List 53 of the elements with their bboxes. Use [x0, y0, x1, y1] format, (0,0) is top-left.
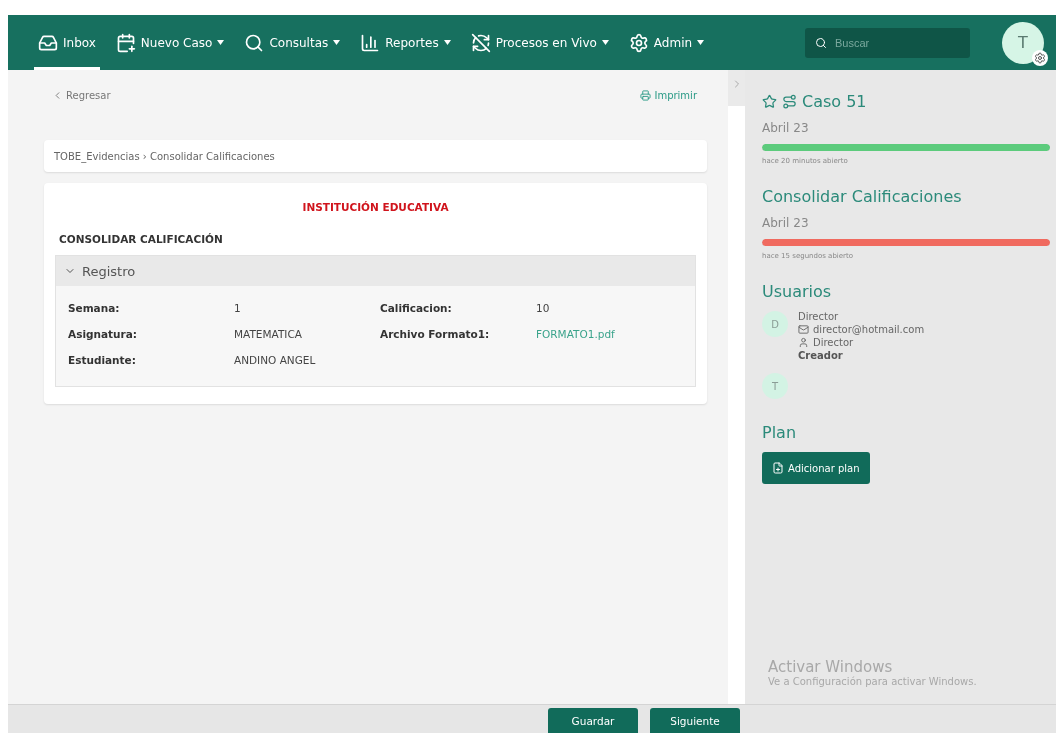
field-label: Estudiante: — [68, 354, 137, 366]
circular-arrow-icon — [470, 32, 491, 53]
user-avatar: T — [762, 373, 788, 399]
add-plan-button[interactable]: Adicionar plan — [762, 452, 870, 484]
field-value: MATEMATICA — [234, 328, 303, 340]
search-input[interactable]: Buscar — [833, 35, 957, 50]
field-label: Calificacion: — [380, 302, 453, 314]
field-label: Semana: — [68, 302, 121, 314]
institution-heading: INSTITUCIÓN EDUCATIVA — [301, 201, 450, 213]
field-value: 10 — [536, 302, 551, 314]
nav-menu-item[interactable]: Reportes — [356, 15, 455, 70]
user-role: Director — [813, 337, 854, 348]
user-tag: Creador — [798, 350, 925, 361]
form-title: CONSOLIDAR CALIFICACIÓN — [59, 233, 224, 245]
date-text: Abril 23 — [762, 216, 810, 230]
search-icon — [815, 36, 827, 49]
search-icon — [244, 32, 265, 53]
field-value: 1 — [234, 302, 242, 314]
panel-heading: Caso 51 — [802, 92, 867, 111]
settings-icon — [628, 32, 649, 53]
chart-icon — [360, 32, 381, 53]
route-icon — [782, 94, 797, 109]
field-label: Archivo Formato1: — [380, 328, 491, 340]
activation-text: Ve a Configuración para activar Windows. — [768, 676, 977, 687]
calendar-plus-icon — [115, 32, 136, 53]
section-header[interactable]: Registro — [56, 256, 695, 286]
person-icon — [798, 337, 809, 348]
nav-menu-item[interactable]: Nuevo Caso — [111, 15, 229, 70]
print-link[interactable]: Imprimir — [640, 88, 697, 102]
breadcrumb-text: TOBE_Evidencias › Consolidar Calificaciones — [54, 150, 275, 162]
footer-button[interactable]: Guardar — [548, 708, 638, 733]
field-label: Asignatura: — [68, 328, 138, 340]
user-avatar: D — [762, 311, 788, 337]
panel-heading: Consolidar Calificaciones — [762, 187, 962, 206]
field-value: ANDINO ANGEL — [234, 354, 317, 366]
back-link[interactable]: Regresar — [52, 88, 111, 102]
mail-icon — [798, 324, 809, 335]
nav-menu-item[interactable]: Consultas — [240, 15, 345, 70]
collapse-handle[interactable] — [728, 70, 745, 106]
footer-button[interactable]: Siguiente — [650, 708, 740, 733]
star-icon[interactable] — [762, 94, 777, 109]
nav-menu-item[interactable]: Admin — [624, 15, 709, 70]
nav-menu-item[interactable]: Procesos en Vivo — [466, 15, 613, 70]
search-field[interactable]: Buscar — [805, 27, 970, 58]
settings-icon[interactable] — [1032, 49, 1048, 66]
file-plus-icon — [772, 462, 784, 474]
user-email: director@hotmail.com — [813, 324, 925, 335]
panel-heading: Plan — [762, 423, 797, 442]
panel-heading: Usuarios — [762, 282, 832, 301]
date-text: Abril 23 — [762, 121, 810, 135]
activation-title: Activar Windows — [768, 658, 894, 676]
printer-icon — [640, 89, 652, 101]
user-name: Director — [798, 311, 840, 322]
